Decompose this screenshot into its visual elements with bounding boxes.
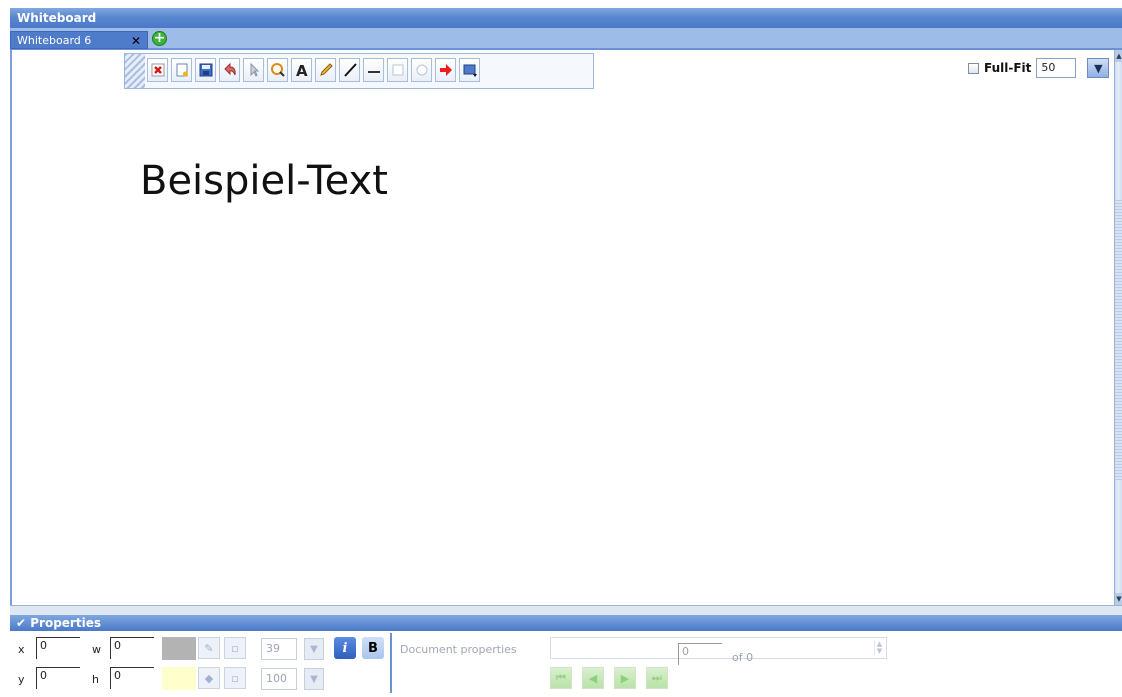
fill-color-clear-icon[interactable]: ▫ <box>224 667 246 689</box>
opacity-input[interactable]: 100 <box>261 668 297 690</box>
spinner-icon[interactable]: ▲ ▼ <box>874 641 884 655</box>
fill-color-icon[interactable] <box>459 58 480 82</box>
scroll-thumb[interactable] <box>1115 200 1122 480</box>
select-pointer-icon[interactable] <box>243 58 264 82</box>
add-tab-icon[interactable]: + <box>152 31 167 46</box>
scroll-up-icon[interactable]: ▲ <box>1115 50 1122 62</box>
properties-header[interactable]: ✔ Properties <box>10 615 1122 631</box>
ellipse-icon[interactable] <box>411 58 432 82</box>
save-icon[interactable] <box>195 58 216 82</box>
w-input[interactable]: 0 <box>110 637 154 659</box>
full-fit-label: Full-Fit <box>984 61 1032 75</box>
arrow-icon[interactable] <box>435 58 456 82</box>
x-label: x <box>18 643 25 656</box>
last-page-icon[interactable]: ⏭ <box>646 667 668 689</box>
bold-button[interactable]: B <box>362 637 384 659</box>
document-properties-label: Document properties <box>400 643 517 656</box>
first-page-icon[interactable]: ⏮ <box>550 667 572 689</box>
font-size-dropdown-icon[interactable]: ▼ <box>304 638 324 660</box>
next-page-icon[interactable]: ▶ <box>614 667 636 689</box>
line-icon[interactable] <box>339 58 360 82</box>
vertical-scrollbar[interactable]: ▲ ▼ <box>1114 50 1122 605</box>
zoom-controls: Full-Fit 50 ▼ <box>968 57 1110 79</box>
y-label: y <box>18 673 25 686</box>
italic-button[interactable]: i <box>334 637 356 659</box>
pencil-icon[interactable] <box>315 58 336 82</box>
window-title: Whiteboard <box>17 11 97 25</box>
panel-splitter[interactable] <box>10 605 1122 615</box>
h-label: h <box>92 673 99 686</box>
properties-panel: x 0 w 0 y 0 h 0 ✎ ▫ ◆ ▫ 39 ▼ i B 100 ▼ D… <box>10 631 1122 697</box>
panel-divider <box>390 633 392 693</box>
window-title-bar: Whiteboard <box>10 8 1122 28</box>
clear-icon[interactable] <box>147 58 168 82</box>
line-color-pencil-icon[interactable]: ✎ <box>198 637 220 659</box>
drawing-toolbar: A <box>124 53 594 89</box>
tab-strip: Whiteboard 6 ✕ + <box>10 28 1122 50</box>
undo-icon[interactable] <box>219 58 240 82</box>
opacity-dropdown-icon[interactable]: ▼ <box>304 668 324 690</box>
page-number-input[interactable]: 0 <box>678 643 722 665</box>
line-color-clear-icon[interactable]: ▫ <box>224 637 246 659</box>
zoom-input[interactable]: 50 <box>1036 58 1077 78</box>
zoom-tool-icon[interactable] <box>267 58 288 82</box>
svg-text:A: A <box>296 62 308 78</box>
horizontal-line-icon[interactable] <box>363 58 384 82</box>
whiteboard-canvas[interactable]: Beispiel-Text <box>12 50 1114 605</box>
toolbar-grip[interactable] <box>125 54 145 88</box>
chevron-down-icon: ✔ <box>16 616 27 630</box>
scroll-down-icon[interactable]: ▼ <box>1115 593 1122 605</box>
fill-bucket-icon[interactable]: ◆ <box>198 667 220 689</box>
w-label: w <box>92 643 101 656</box>
close-tab-icon[interactable]: ✕ <box>131 34 141 48</box>
new-document-icon[interactable] <box>171 58 192 82</box>
x-input[interactable]: 0 <box>36 637 80 659</box>
canvas-text-object[interactable]: Beispiel-Text <box>140 158 388 204</box>
tab-whiteboard-6[interactable]: Whiteboard 6 ✕ <box>10 31 148 49</box>
y-input[interactable]: 0 <box>36 667 80 689</box>
full-fit-checkbox[interactable] <box>968 62 979 74</box>
text-tool-icon[interactable]: A <box>291 58 312 82</box>
line-color-swatch[interactable] <box>162 637 196 660</box>
properties-title: Properties <box>30 616 101 630</box>
tab-label: Whiteboard 6 <box>17 34 92 47</box>
fill-color-swatch[interactable] <box>162 667 196 690</box>
font-size-input[interactable]: 39 <box>261 638 297 660</box>
h-input[interactable]: 0 <box>110 667 154 689</box>
previous-page-icon[interactable]: ◀ <box>582 667 604 689</box>
page-count-label: of 0 <box>732 651 754 664</box>
zoom-dropdown-icon[interactable]: ▼ <box>1087 58 1110 78</box>
rectangle-icon[interactable] <box>387 58 408 82</box>
